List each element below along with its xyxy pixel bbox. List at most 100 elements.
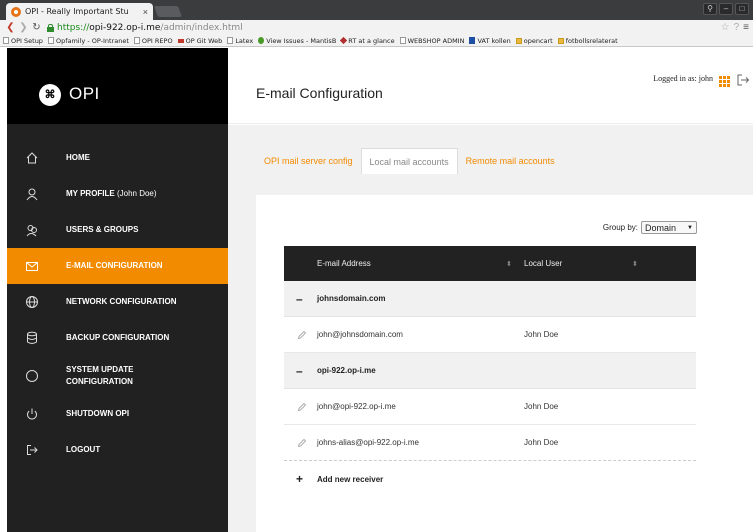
header-logout-icon[interactable] — [736, 73, 750, 87]
sidebar-item-label: HOME — [66, 153, 90, 162]
email-address: john@johnsdomain.com — [317, 330, 403, 339]
tab-close-icon[interactable]: × — [143, 7, 148, 17]
home-icon — [25, 151, 39, 165]
email-address: john@opi-922.op-i.me — [317, 402, 396, 411]
sidebar-item-label: USERS & GROUPS — [66, 225, 139, 234]
sidebar-item-system-update-configuration[interactable]: SYSTEM UPDATE CONFIGURATION — [7, 356, 228, 396]
database-icon — [25, 331, 39, 345]
browser-toolbar: ❮ ❯ ↻ https:// opi-922.op-i.me /admin/in… — [0, 20, 753, 35]
bookmark-star-icon[interactable]: ☆ — [721, 22, 730, 33]
browser-menu-icon[interactable]: ≡ — [743, 22, 749, 33]
table-row[interactable]: john@opi-922.op-i.me John Doe — [284, 389, 696, 425]
rt-icon — [340, 36, 348, 45]
sidebar-item-label: NETWORK CONFIGURATION — [66, 297, 177, 306]
mail-icon — [25, 259, 39, 273]
user-icon — [25, 187, 39, 201]
group-row[interactable]: – johnsdomain.com — [284, 281, 696, 317]
sort-icon[interactable]: ⬍ — [506, 260, 512, 268]
bookmarks-bar: OPI Setup Opfamily - OP-Intranet OPI REP… — [0, 35, 753, 47]
apps-grid-icon[interactable] — [719, 76, 730, 87]
sidebar-item-email-configuration[interactable]: E-MAIL CONFIGURATION — [7, 248, 228, 284]
reload-icon[interactable]: ↻ — [30, 22, 43, 33]
sidebar-item-home[interactable]: HOME — [7, 140, 228, 176]
sidebar-item-label: SHUTDOWN OPI — [66, 409, 130, 418]
new-tab-button[interactable] — [153, 6, 183, 17]
bookmark-item[interactable]: View Issues - MantisB — [258, 37, 336, 45]
page-icon — [133, 37, 140, 44]
sidebar-item-shutdown[interactable]: SHUTDOWN OPI — [7, 396, 228, 432]
column-header-local-user[interactable]: Local User — [524, 259, 562, 268]
sidebar-item-logout[interactable]: LOGOUT — [7, 432, 228, 468]
bookmark-item[interactable]: RT at a glance — [340, 36, 395, 45]
bookmark-item[interactable]: Opfamily - OP-Intranet — [47, 37, 129, 45]
bookmark-item[interactable]: Latex — [227, 37, 253, 45]
collapse-icon[interactable]: – — [296, 364, 303, 378]
tab-opi-mail-server-config[interactable]: OPI mail server config — [256, 148, 361, 174]
groupby-select[interactable]: Domain ▼ — [641, 221, 697, 234]
sidebar-item-label: BACKUP CONFIGURATION — [66, 333, 170, 342]
browser-tab-strip: OPI - Really Important Stu × ⚲ – □ — [0, 0, 753, 20]
local-user: John Doe — [524, 330, 559, 339]
config-tabs: OPI mail server config Local mail accoun… — [256, 148, 563, 174]
bookmark-item[interactable]: OPI REPO — [133, 37, 173, 45]
forward-arrow-icon[interactable]: ❯ — [17, 22, 30, 33]
edit-pencil-icon[interactable] — [297, 438, 307, 448]
main-content: OPI mail server config Local mail accoun… — [228, 125, 753, 532]
maximize-button[interactable]: □ — [735, 3, 749, 15]
edit-pencil-icon[interactable] — [297, 402, 307, 412]
power-icon — [25, 407, 39, 421]
column-header-email[interactable]: E-mail Address — [317, 259, 371, 268]
plus-icon[interactable]: + — [296, 472, 303, 486]
logo-text: OPI — [69, 84, 100, 103]
sidebar-item-label: E-MAIL CONFIGURATION — [66, 261, 163, 270]
users-icon — [25, 223, 39, 237]
table-row[interactable]: johns-alias@opi-922.op-i.me John Doe — [284, 425, 696, 461]
group-row[interactable]: – opi-922.op-i.me — [284, 353, 696, 389]
browser-tab-title: OPI - Really Important Stu — [25, 7, 129, 16]
back-arrow-icon[interactable]: ❮ — [4, 22, 17, 33]
tab-local-mail-accounts[interactable]: Local mail accounts — [360, 148, 458, 174]
page-title: E-mail Configuration — [256, 85, 383, 101]
page-icon — [3, 37, 9, 44]
sidebar-item-network-configuration[interactable]: NETWORK CONFIGURATION — [7, 284, 228, 320]
tab-remote-mail-accounts[interactable]: Remote mail accounts — [458, 148, 563, 174]
bookmark-item[interactable]: OPI Setup — [3, 37, 43, 45]
lock-icon — [47, 23, 54, 32]
user-switch-button[interactable]: ⚲ — [703, 3, 717, 15]
sidebar-item-my-profile[interactable]: MY PROFILE (John Doe) — [7, 176, 228, 212]
update-icon — [25, 369, 39, 383]
sidebar-item-label-line2: CONFIGURATION — [66, 377, 133, 386]
add-receiver-label[interactable]: Add new receiver — [317, 475, 383, 484]
browser-tab[interactable]: OPI - Really Important Stu × — [6, 3, 153, 20]
local-user: John Doe — [524, 438, 559, 447]
collapse-icon[interactable]: – — [296, 292, 303, 306]
accounts-panel: Group by: Domain ▼ E-mail Address ⬍ Loca… — [256, 195, 753, 532]
bookmark-item[interactable]: opencart — [515, 37, 553, 45]
globe-icon — [25, 295, 39, 309]
extension-icon[interactable]: ? — [734, 22, 740, 33]
sidebar-item-users-groups[interactable]: USERS & GROUPS — [7, 212, 228, 248]
minimize-button[interactable]: – — [719, 3, 733, 15]
window-controls: ⚲ – □ — [703, 3, 749, 15]
sort-icon[interactable]: ⬍ — [632, 260, 638, 268]
add-receiver-row[interactable]: + Add new receiver — [284, 461, 696, 497]
edit-pencil-icon[interactable] — [297, 330, 307, 340]
table-row[interactable]: john@johnsdomain.com John Doe — [284, 317, 696, 353]
bookmark-item[interactable]: OP Git Web — [177, 37, 222, 45]
sidebar-item-label: MY PROFILE — [66, 189, 115, 198]
sidebar-item-backup-configuration[interactable]: BACKUP CONFIGURATION — [7, 320, 228, 356]
sidebar: ⌘ OPI HOME MY PROFILE (John Doe) USERS &… — [7, 48, 228, 532]
groupby-value: Domain — [645, 222, 677, 233]
profile-username: (John Doe) — [114, 189, 157, 198]
opi-favicon-icon — [11, 6, 21, 17]
address-bar[interactable]: https:// opi-922.op-i.me /admin/index.ht… — [47, 22, 721, 34]
vat-icon — [469, 37, 476, 44]
bookmark-item[interactable]: fotbollsrelaterat — [557, 37, 618, 45]
opi-logo-icon: ⌘ — [39, 84, 61, 106]
logout-icon — [25, 443, 39, 457]
dropdown-arrow-icon: ▼ — [687, 224, 693, 231]
bookmark-item[interactable]: VAT kollen — [469, 37, 511, 45]
bookmark-item[interactable]: WEBSHOP ADMIN — [399, 37, 464, 45]
sidebar-item-label: LOGOUT — [66, 445, 101, 454]
groupby-label: Group by: — [602, 223, 638, 232]
